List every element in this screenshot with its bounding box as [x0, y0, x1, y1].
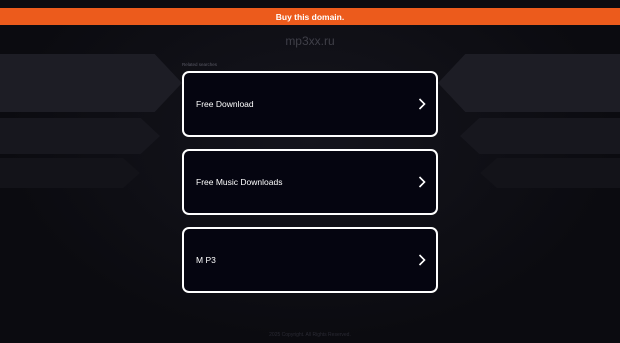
related-link-mp3[interactable]: M P3	[182, 227, 438, 293]
related-link-label: Free Music Downloads	[196, 177, 283, 187]
decorative-chevron-left	[0, 118, 160, 154]
decorative-chevron-right	[438, 54, 620, 112]
footer-copyright: 2025 Copyright. All Rights Reserved.	[269, 332, 351, 338]
buy-domain-label[interactable]: Buy this domain.	[276, 12, 344, 22]
decorative-chevron-right	[480, 158, 620, 188]
buy-domain-banner[interactable]: Buy this domain.	[0, 8, 620, 25]
related-link-free-music-downloads[interactable]: Free Music Downloads	[182, 149, 438, 215]
decorative-chevron-left	[0, 158, 140, 188]
page: Buy this domain. mp3xx.ru Related search…	[0, 0, 620, 343]
decorative-chevron-right	[460, 118, 620, 154]
related-link-free-download[interactable]: Free Download	[182, 71, 438, 137]
chevron-right-icon	[418, 176, 426, 188]
related-link-label: Free Download	[196, 99, 254, 109]
related-searches-label: Related searches	[182, 62, 218, 67]
chevron-right-icon	[418, 254, 426, 266]
top-strip	[0, 0, 620, 8]
related-links: Free Download Free Music Downloads M P3	[182, 71, 438, 305]
decorative-chevron-left	[0, 54, 182, 112]
chevron-right-icon	[418, 98, 426, 110]
related-link-label: M P3	[196, 255, 216, 265]
domain-title: mp3xx.ru	[285, 34, 335, 48]
